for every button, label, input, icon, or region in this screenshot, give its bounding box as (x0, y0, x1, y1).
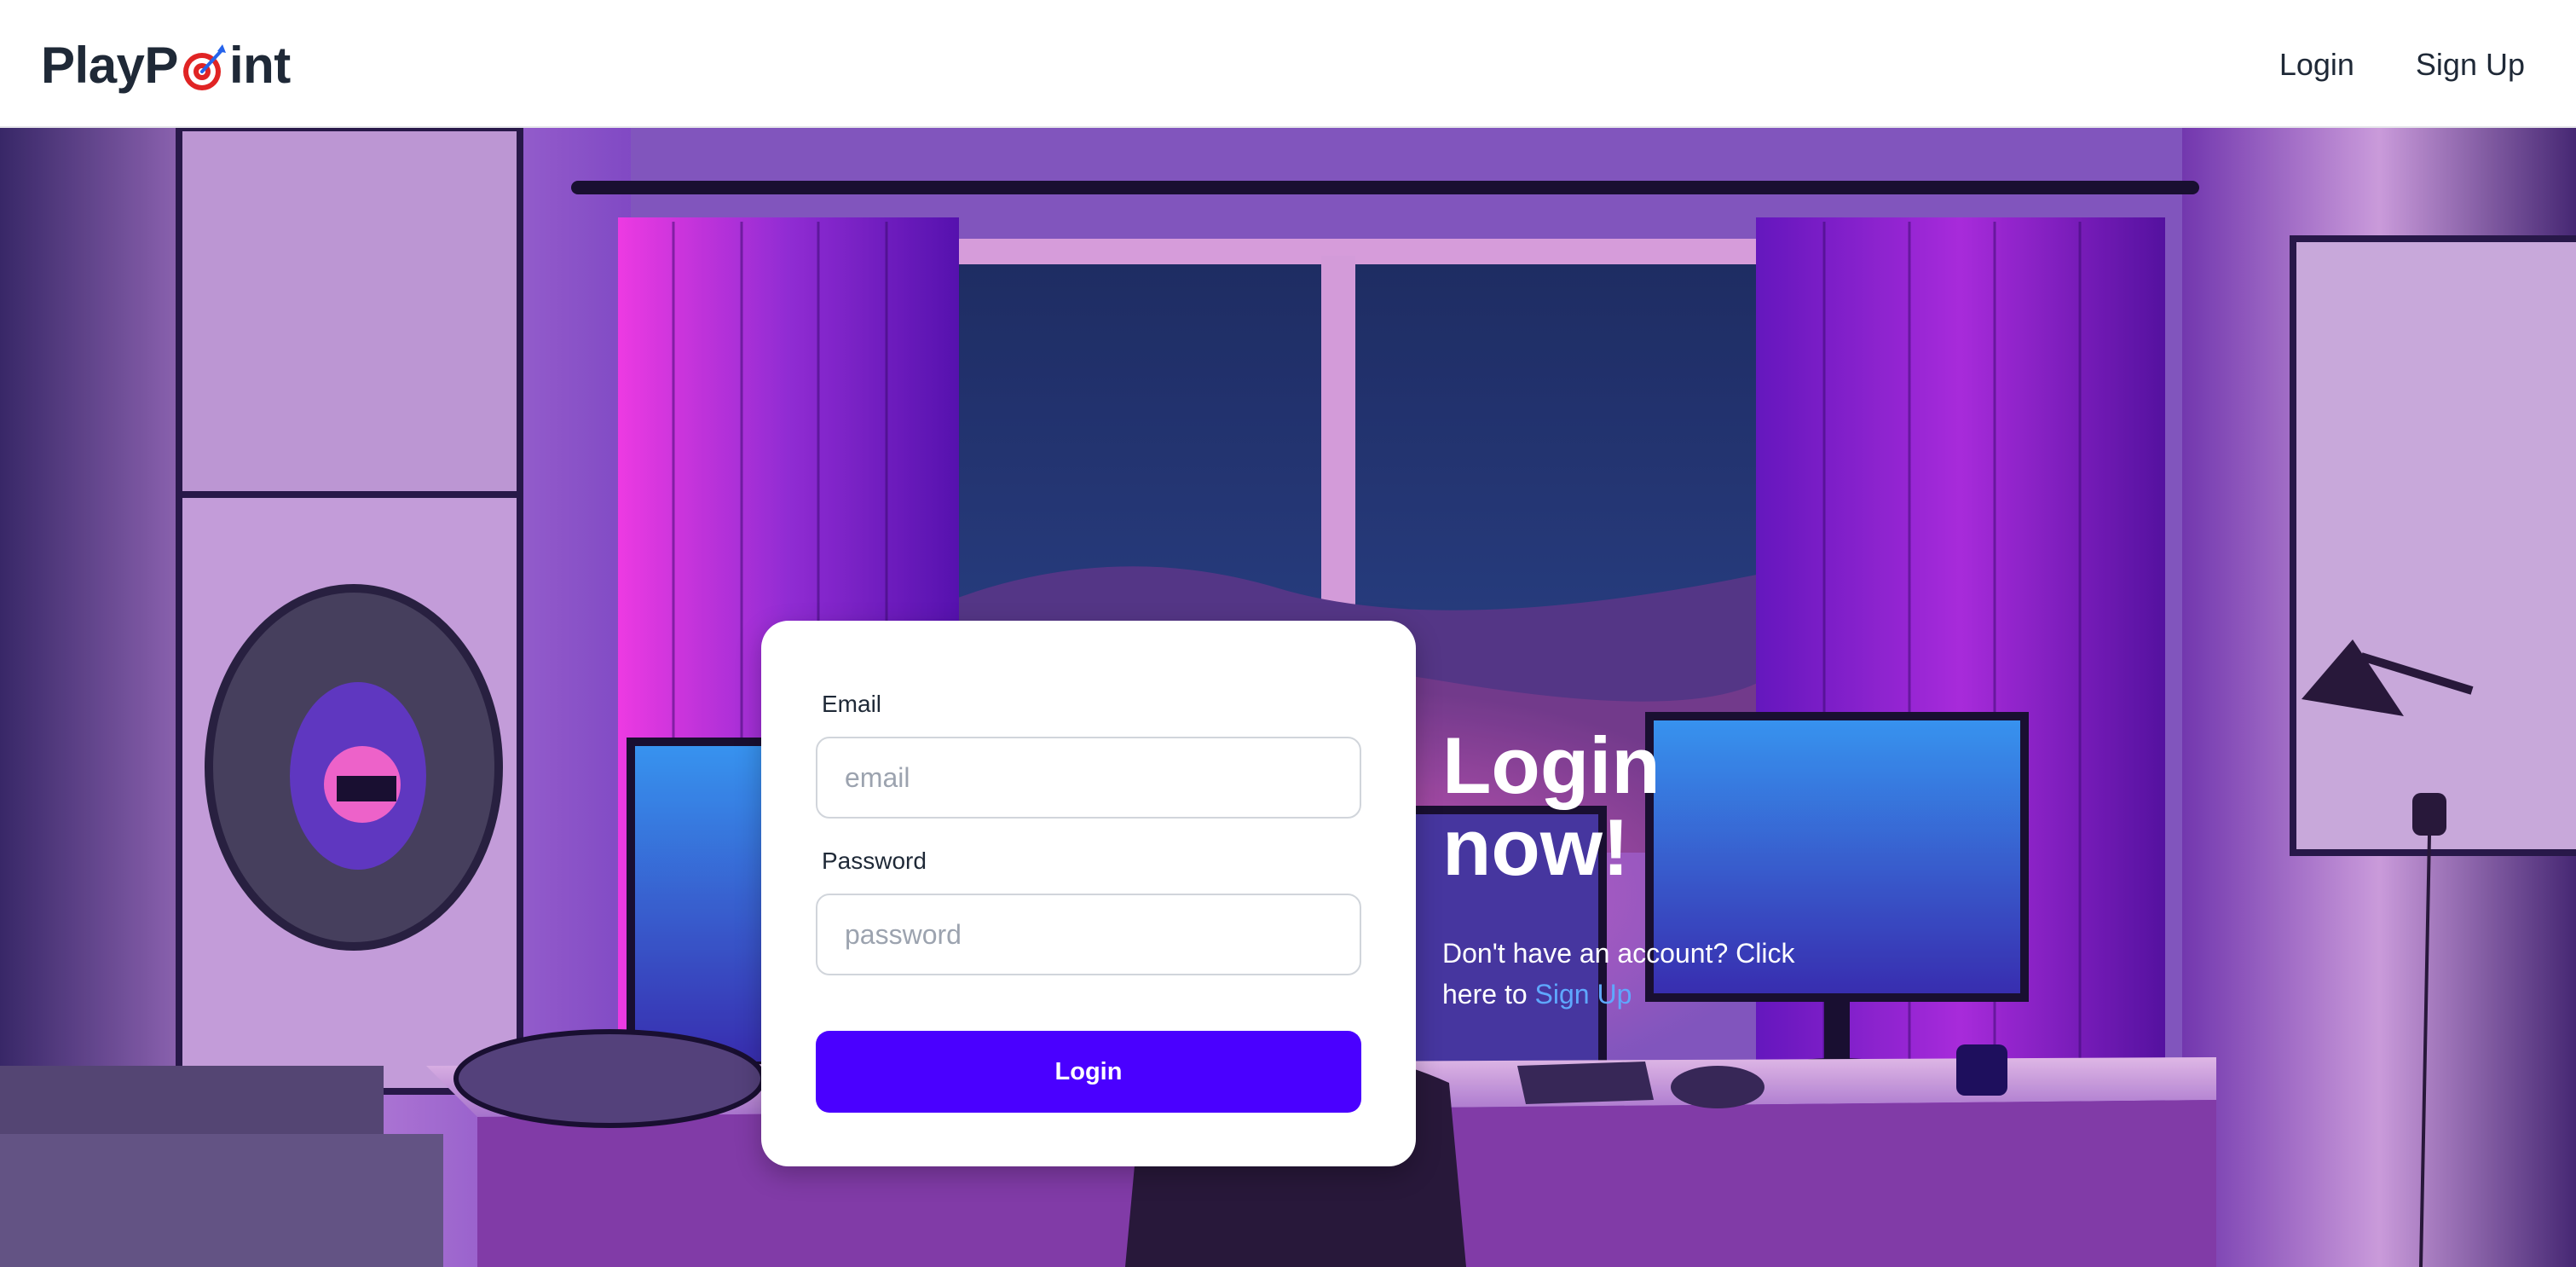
brand-name-prefix: PlayP (41, 36, 178, 94)
hero-section: Email Password Login Login now! Don't ha… (0, 128, 2576, 1267)
brand-logo[interactable]: PlayP int (41, 31, 291, 99)
nav-links: Login Sign Up (2276, 38, 2528, 92)
top-navbar: PlayP int Login Sign Up (0, 0, 2576, 128)
nav-signup-link[interactable]: Sign Up (2412, 38, 2528, 92)
headline-line-2: now! (1442, 802, 1630, 892)
password-input[interactable] (816, 894, 1361, 975)
headline-line-1: Login (1442, 720, 1661, 810)
login-submit-button[interactable]: Login (816, 1031, 1361, 1113)
target-dart-icon (180, 43, 228, 94)
password-label: Password (822, 848, 927, 874)
brand-name-suffix: int (228, 36, 291, 94)
email-input[interactable] (816, 737, 1361, 819)
signup-prompt: Don't have an account? Click here to Sig… (1442, 933, 1834, 1015)
page-headline: Login now! (1442, 725, 1724, 888)
login-form-card: Email Password Login (761, 621, 1416, 1166)
email-label: Email (822, 691, 882, 717)
signup-prompt-link[interactable]: Sign Up (1535, 979, 1632, 1010)
nav-login-link[interactable]: Login (2276, 38, 2358, 92)
